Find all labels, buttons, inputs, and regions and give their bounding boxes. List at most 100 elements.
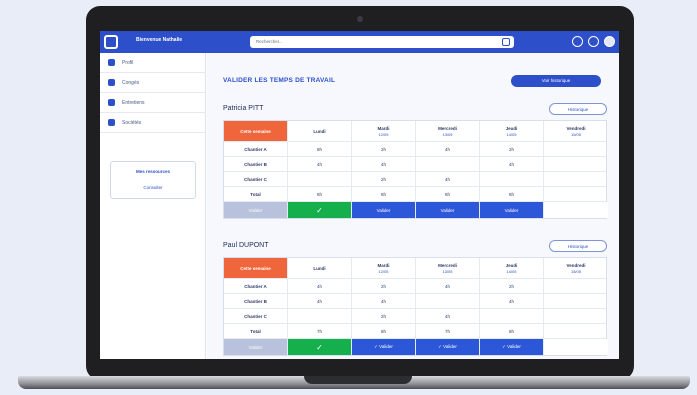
validate-day-button[interactable]: Valider	[416, 202, 480, 218]
time-cell[interactable]: 4h	[416, 172, 480, 186]
employee-history-button[interactable]: Historique	[549, 240, 607, 252]
time-cell[interactable]	[544, 142, 608, 156]
time-cell[interactable]: 2h	[480, 142, 544, 156]
calendar-icon	[108, 79, 115, 86]
total-cell	[544, 324, 608, 338]
day-date: 15/05	[570, 131, 581, 137]
time-cell[interactable]: 4h	[480, 157, 544, 171]
time-cell[interactable]: 8h	[288, 142, 352, 156]
time-cell[interactable]: 4h	[416, 279, 480, 293]
time-cell[interactable]	[416, 294, 480, 308]
row-label: Chantier A	[224, 142, 288, 156]
total-cell: 8h	[480, 324, 544, 338]
notification-icon[interactable]	[588, 36, 599, 47]
day-date: 15/05	[570, 268, 581, 274]
time-cell[interactable]	[288, 309, 352, 323]
timesheet-table: Cette semaine Lundi Mardi 12/05 Mercredi 1…	[223, 120, 608, 219]
settings-icon[interactable]	[572, 36, 583, 47]
sidebar-item-label: Congés	[122, 80, 140, 86]
table-row: Chantier A 8h 2h 4h 2h	[224, 142, 606, 157]
day-name: Jeudi	[505, 262, 518, 268]
day-name: Vendredi	[566, 262, 586, 268]
day-name: Mercredi	[438, 262, 457, 268]
time-cell[interactable]: 2h	[352, 309, 416, 323]
row-label: Total	[224, 324, 288, 338]
sidebar-item-societes[interactable]: Sociétés	[100, 113, 206, 133]
resources-link[interactable]: Consulter	[111, 185, 195, 190]
history-button[interactable]: Voir historique	[511, 75, 601, 87]
sidebar-item-profil[interactable]: Profil	[100, 53, 206, 73]
timesheet-table: Cette semaine Lundi Mardi 12/05 Mercredi 1…	[223, 257, 608, 356]
logo-icon	[104, 35, 118, 49]
total-cell: 8h	[352, 324, 416, 338]
search-input[interactable]: Rechercher...	[250, 36, 514, 48]
time-cell[interactable]: 4h	[288, 294, 352, 308]
time-cell[interactable]: 2h	[352, 279, 416, 293]
time-cell[interactable]	[544, 309, 608, 323]
validate-all-button[interactable]: Valider	[224, 339, 288, 355]
sidebar-item-label: Sociétés	[122, 120, 142, 126]
main-panel: VALIDER LES TEMPS DE TRAVAIL Voir histor…	[207, 53, 619, 359]
day-name: Lundi	[313, 128, 326, 134]
resources-box: Mes ressources Consulter	[110, 161, 196, 199]
day-header: Jeudi 14/05	[480, 121, 544, 141]
time-cell[interactable]	[416, 157, 480, 171]
sidebar-item-conges[interactable]: Congés	[100, 73, 206, 93]
sidebar-item-entretiens[interactable]: Entretiens	[100, 93, 206, 113]
validated-check-icon[interactable]: ✓	[288, 339, 352, 355]
time-cell[interactable]: 4h	[480, 294, 544, 308]
time-cell[interactable]: 2h	[480, 279, 544, 293]
day-date: 13/05	[442, 268, 453, 274]
time-cell[interactable]	[544, 279, 608, 293]
time-cell[interactable]: 2h	[352, 172, 416, 186]
total-cell: 8h	[480, 187, 544, 201]
table-row: Chantier C 2h 4h	[224, 309, 606, 324]
time-cell[interactable]: 4h	[352, 157, 416, 171]
validated-check-icon[interactable]: ✓	[288, 202, 352, 218]
employee-history-button[interactable]: Historique	[549, 103, 607, 115]
row-label: Chantier B	[224, 294, 288, 308]
time-cell[interactable]	[544, 294, 608, 308]
time-cell[interactable]	[544, 172, 608, 186]
table-row: Chantier A 4h 2h 4h 2h	[224, 279, 606, 294]
time-cell[interactable]	[288, 172, 352, 186]
sidebar-item-label: Profil	[122, 60, 134, 66]
user-icon	[108, 59, 115, 66]
time-cell[interactable]: 4h	[288, 279, 352, 293]
action-row: Valider ✓ ✓ Valider ✓ Valider ✓ Valider	[224, 339, 608, 355]
avatar[interactable]	[604, 36, 615, 47]
validate-day-button[interactable]: Valider	[352, 202, 416, 218]
time-cell[interactable]	[480, 309, 544, 323]
time-cell[interactable]: 4h	[288, 157, 352, 171]
time-cell[interactable]: 2h	[352, 142, 416, 156]
validate-day-button[interactable]: ✓ Valider	[480, 339, 544, 355]
total-cell: 8h	[288, 187, 352, 201]
day-header: Mercredi 13/05	[416, 258, 480, 278]
camera-dot	[357, 16, 363, 22]
empty-action-cell	[544, 339, 608, 355]
day-header: Vendredi 15/05	[544, 258, 608, 278]
time-cell[interactable]: 4h	[416, 142, 480, 156]
page-title: VALIDER LES TEMPS DE TRAVAIL	[223, 77, 336, 84]
document-icon	[108, 99, 115, 106]
day-name: Lundi	[313, 265, 326, 271]
day-name: Jeudi	[505, 125, 518, 131]
validate-day-button[interactable]: Valider	[480, 202, 544, 218]
empty-action-cell	[544, 202, 608, 218]
search-icon[interactable]	[502, 38, 510, 46]
brand-name: Bienvenue Nathalie	[136, 37, 183, 43]
time-cell[interactable]	[480, 172, 544, 186]
validate-day-button[interactable]: ✓ Valider	[416, 339, 480, 355]
total-cell: 8h	[352, 187, 416, 201]
table-header-row: Cette semaine Lundi Mardi 12/05 Mercredi 1…	[224, 121, 606, 142]
time-cell[interactable]: 4h	[352, 294, 416, 308]
time-cell[interactable]: 4h	[416, 309, 480, 323]
validate-day-button[interactable]: ✓ Valider	[352, 339, 416, 355]
day-name: Mardi	[377, 125, 390, 131]
day-name: Mercredi	[438, 125, 457, 131]
total-cell	[544, 187, 608, 201]
validate-all-button[interactable]: Valider	[224, 202, 288, 218]
day-header: Mercredi 13/05	[416, 121, 480, 141]
time-cell[interactable]	[544, 157, 608, 171]
day-date: 14/05	[506, 268, 517, 274]
